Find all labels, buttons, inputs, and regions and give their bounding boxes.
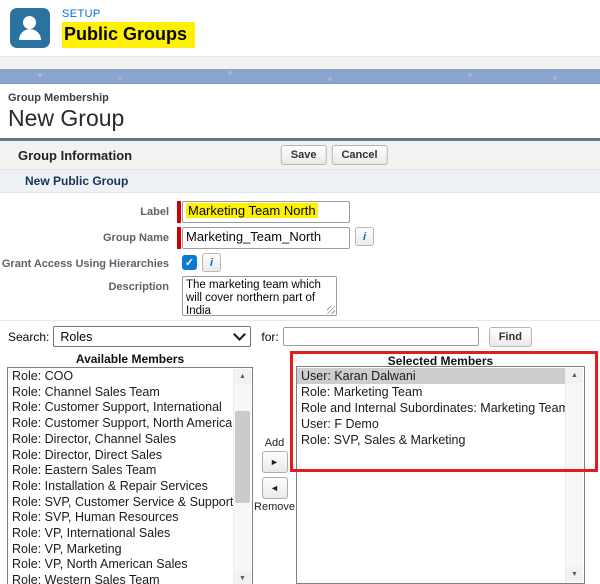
members-picker: Available Members Selected Members Role:… xyxy=(0,351,600,584)
available-member-item[interactable]: Role: Channel Sales Team xyxy=(8,385,234,401)
cancel-button[interactable]: Cancel xyxy=(331,145,388,165)
add-remove-controls: Add ► ◄ Remove xyxy=(253,437,296,513)
scroll-down-icon[interactable]: ▼ xyxy=(566,567,583,582)
label-field-row: Label Marketing Team North xyxy=(0,201,600,223)
group-information-header: Group Information Save Cancel xyxy=(0,141,600,170)
group-information-block: Group Information Save Cancel New Public… xyxy=(0,138,600,584)
available-members-listbox[interactable]: Role: COO Role: Channel Sales Team Role: C… xyxy=(7,367,253,584)
group-name-input[interactable]: Marketing_Team_North xyxy=(182,227,350,249)
available-member-item[interactable]: Role: Customer Support, International xyxy=(8,400,234,416)
add-button[interactable]: ► xyxy=(261,451,288,473)
description-textarea[interactable]: The marketing team which will cover nort… xyxy=(182,276,337,317)
scroll-down-icon[interactable]: ▼ xyxy=(234,571,251,584)
for-label: for: xyxy=(261,329,279,344)
available-member-item[interactable]: Role: VP, International Sales xyxy=(8,526,234,542)
available-scrollbar[interactable]: ▲ ▼ xyxy=(233,369,251,584)
scrollbar-thumb[interactable] xyxy=(235,411,250,503)
available-members-header: Available Members xyxy=(75,352,185,366)
right-arrow-icon: ► xyxy=(270,457,279,467)
decorative-blue-band xyxy=(0,69,600,84)
label-input-value: Marketing Team North xyxy=(186,203,318,218)
setup-eyebrow: SETUP xyxy=(62,8,101,20)
checkmark-icon: ✓ xyxy=(184,257,195,269)
group-name-input-value: Marketing_Team_North xyxy=(186,229,322,244)
required-marker xyxy=(177,201,181,223)
required-marker xyxy=(177,227,181,249)
form-buttons: Save Cancel xyxy=(280,145,388,165)
search-term-input[interactable] xyxy=(282,327,479,346)
breadcrumb: Group Membership New Group xyxy=(0,84,600,138)
setup-new-group-page: SETUP Public Groups Group Membership New… xyxy=(0,0,600,584)
label-field-label: Label xyxy=(140,206,169,218)
scroll-up-icon[interactable]: ▲ xyxy=(566,368,583,383)
available-member-item[interactable]: Role: VP, North American Sales xyxy=(8,557,234,573)
info-icon[interactable]: i xyxy=(202,253,221,272)
scroll-up-icon[interactable]: ▲ xyxy=(234,369,251,384)
member-search-row: Search: Roles for: Find xyxy=(0,321,600,351)
selected-member-item[interactable]: Role and Internal Subordinates: Marketin… xyxy=(297,400,569,416)
available-member-item[interactable]: Role: Western Sales Team xyxy=(8,573,234,584)
group-name-field-row: Group Name Marketing_Team_North i xyxy=(0,227,600,249)
new-public-group-subheader: New Public Group xyxy=(0,170,600,193)
selected-member-item[interactable]: Role: SVP, Sales & Marketing xyxy=(297,432,566,448)
available-member-item[interactable]: Role: Eastern Sales Team xyxy=(8,463,234,479)
remove-button[interactable]: ◄ xyxy=(261,477,288,499)
find-button[interactable]: Find xyxy=(488,326,532,347)
available-member-item[interactable]: Role: Director, Direct Sales xyxy=(8,448,234,464)
selected-member-item[interactable]: Role: Marketing Team xyxy=(297,384,566,400)
save-button[interactable]: Save xyxy=(280,145,327,165)
description-field-row: Description The marketing team which wil… xyxy=(0,276,600,317)
chevron-down-icon xyxy=(233,328,247,341)
hierarchies-checkbox[interactable]: ✓ xyxy=(182,255,197,270)
group-form: Label Marketing Team North Group Name Ma… xyxy=(0,193,600,317)
left-arrow-icon: ◄ xyxy=(270,483,279,493)
add-label: Add xyxy=(264,437,285,449)
available-member-item[interactable]: Role: SVP, Human Resources xyxy=(8,510,234,526)
available-member-item[interactable]: Role: Customer Support, North America xyxy=(8,416,234,432)
user-icon xyxy=(10,8,50,48)
header-gray-strip xyxy=(0,56,600,69)
search-label: Search: xyxy=(8,329,50,344)
available-member-item[interactable]: Role: VP, Marketing xyxy=(8,542,234,558)
description-field-label: Description xyxy=(108,281,169,293)
search-type-selected-value: Roles xyxy=(60,329,93,344)
available-member-item[interactable]: Role: COO xyxy=(8,369,234,385)
new-public-group-title: New Public Group xyxy=(25,174,129,188)
hierarchies-field-row: Grant Access Using Hierarchies ✓ i xyxy=(0,253,600,272)
available-member-item[interactable]: Role: SVP, Customer Service & Support xyxy=(8,495,234,511)
selected-member-item[interactable]: User: F Demo xyxy=(297,416,566,432)
breadcrumb-section: Group Membership xyxy=(8,92,109,104)
group-name-field-label: Group Name xyxy=(102,232,169,244)
available-member-item[interactable]: Role: Director, Channel Sales xyxy=(8,432,234,448)
available-member-item[interactable]: Role: Installation & Repair Services xyxy=(8,479,234,495)
remove-label: Remove xyxy=(254,501,295,513)
selected-scrollbar[interactable]: ▲ ▼ xyxy=(565,368,583,582)
selected-members-listbox[interactable]: User: Karan Dalwani Role: Marketing Team R… xyxy=(296,366,585,584)
search-type-select[interactable]: Roles xyxy=(53,326,252,347)
selected-member-item[interactable]: User: Karan Dalwani xyxy=(297,368,566,384)
breadcrumb-page-title: New Group xyxy=(8,105,125,131)
group-information-title: Group Information xyxy=(18,147,133,163)
label-input[interactable]: Marketing Team North xyxy=(182,201,350,223)
page-title: Public Groups xyxy=(62,22,196,48)
hierarchies-field-label: Grant Access Using Hierarchies xyxy=(1,258,169,270)
info-icon[interactable]: i xyxy=(355,227,374,246)
setup-header: SETUP Public Groups xyxy=(0,0,600,56)
